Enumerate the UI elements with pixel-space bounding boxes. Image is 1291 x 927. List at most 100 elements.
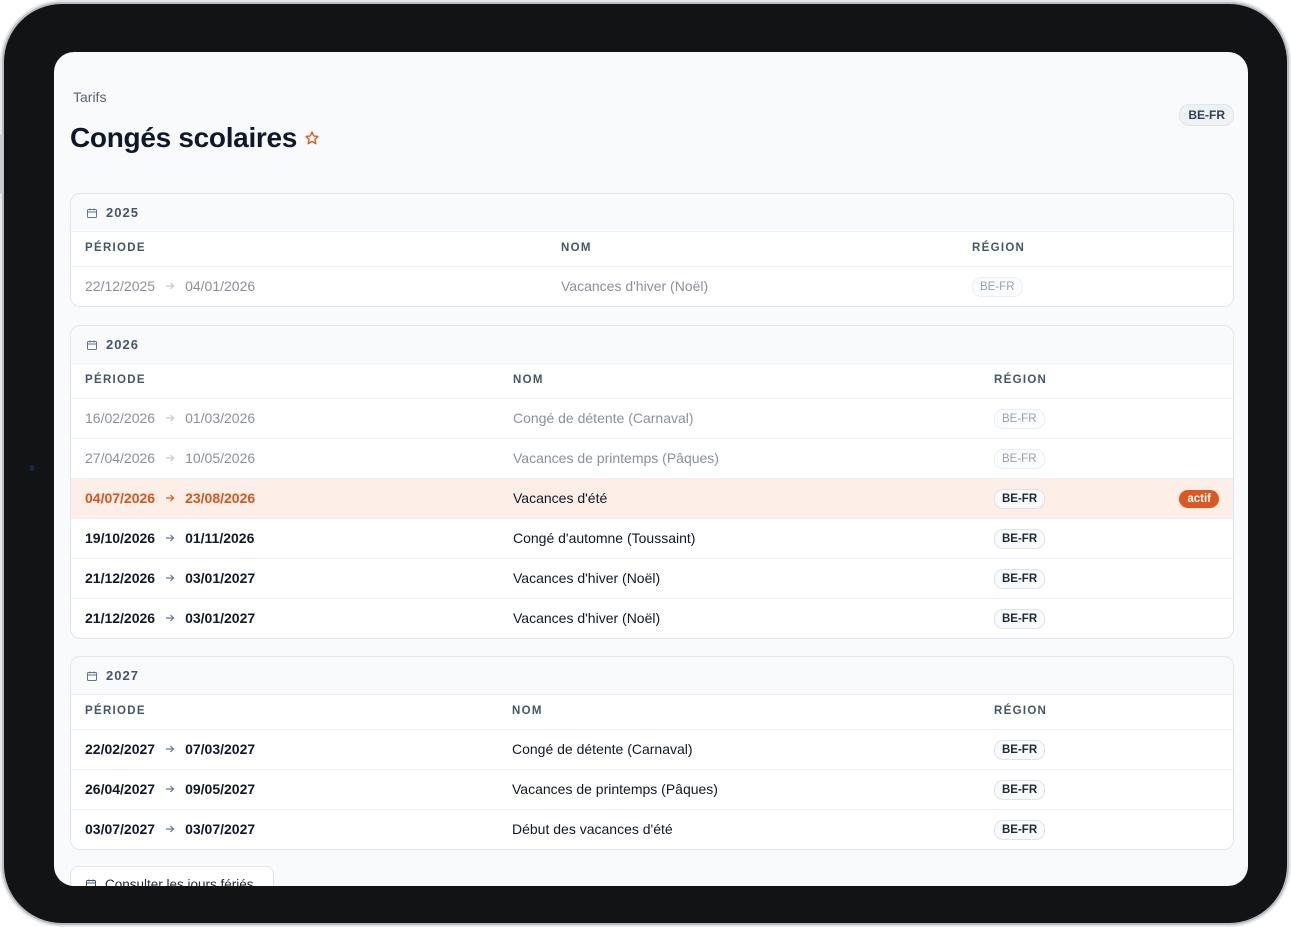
period-cell: 04/07/2026 23/08/2026 [85, 490, 255, 506]
holiday-name: Vacances d'hiver (Noël) [513, 610, 661, 626]
year-header: 2027 [71, 657, 1233, 695]
holiday-name: Vacances d'hiver (Noël) [561, 278, 709, 294]
active-status-badge: actif [1179, 490, 1219, 508]
start-date: 26/04/2027 [85, 781, 156, 797]
holiday-name: Vacances de printemps (Pâques) [513, 450, 719, 466]
star-icon[interactable] [304, 130, 320, 146]
calendar-icon [87, 208, 97, 218]
region-badge: BE-FR [994, 409, 1045, 429]
arrow-right-icon [166, 534, 175, 542]
front-camera [27, 463, 37, 473]
region-badge: BE-FR [994, 780, 1046, 800]
table-row[interactable]: 16/02/2026 01/03/2026 Congé de détente (… [71, 399, 1233, 439]
period-cell: 03/07/2027 03/07/2027 [85, 821, 255, 837]
start-date: 21/12/2026 [85, 570, 156, 586]
year-header: 2026 [71, 326, 1233, 364]
holiday-name: Vacances d'hiver (Noël) [513, 570, 661, 586]
column-region: RÉGION [972, 242, 1026, 254]
region-badge: BE-FR [994, 529, 1046, 549]
period-cell: 19/10/2026 01/11/2026 [85, 530, 254, 546]
year-label: 2026 [106, 337, 139, 352]
column-region: RÉGION [994, 374, 1048, 386]
region-badge: BE-FR [994, 740, 1046, 760]
end-date: 09/05/2027 [185, 781, 256, 797]
period-cell: 21/12/2026 03/01/2027 [85, 610, 255, 626]
year-label: 2025 [106, 205, 139, 220]
table-row[interactable]: 03/07/2027 03/07/2027 Début des vacances… [71, 810, 1233, 849]
region-badge: BE-FR [994, 820, 1046, 840]
table-header: PÉRIODE NOM RÉGION [71, 364, 1233, 399]
volume-button [0, 134, 3, 194]
start-date: 22/02/2027 [85, 741, 156, 757]
end-date: 03/07/2027 [185, 821, 256, 837]
region-badge: BE-FR [994, 569, 1046, 589]
column-region: RÉGION [994, 705, 1048, 717]
column-name: NOM [513, 374, 544, 386]
start-date: 27/04/2026 [85, 450, 156, 466]
period-cell: 22/02/2027 07/03/2027 [85, 741, 255, 757]
table-row[interactable]: 19/10/2026 01/11/2026 Congé d'automne (T… [71, 519, 1233, 559]
period-cell: 22/12/2025 04/01/2026 [85, 278, 255, 294]
holiday-name: Vacances de printemps (Pâques) [512, 781, 718, 797]
end-date: 01/03/2026 [185, 410, 256, 426]
breadcrumb[interactable]: Tarifs [73, 89, 106, 105]
end-date: 23/08/2026 [185, 490, 256, 506]
arrow-right-icon [166, 745, 175, 753]
table-row[interactable]: 27/04/2026 10/05/2026 Vacances de printe… [71, 439, 1233, 479]
start-date: 03/07/2027 [85, 821, 156, 837]
start-date: 16/02/2026 [85, 410, 156, 426]
calendar-icon [87, 340, 97, 350]
table-row[interactable]: 26/04/2027 09/05/2027 Vacances de printe… [71, 770, 1233, 810]
column-period: PÉRIODE [85, 705, 146, 717]
arrow-right-icon [166, 494, 175, 502]
year-header: 2025 [71, 194, 1233, 232]
start-date: 22/12/2025 [85, 278, 156, 294]
start-date: 04/07/2026 [85, 490, 156, 506]
holidays-button[interactable]: Consulter les jours fériés [70, 866, 274, 886]
period-cell: 27/04/2026 10/05/2026 [85, 450, 255, 466]
holidays-button-label: Consulter les jours fériés [105, 876, 254, 887]
calendar-icon [86, 879, 96, 886]
arrow-right-icon [166, 785, 175, 793]
arrow-right-icon [166, 614, 175, 622]
holiday-name: Congé de détente (Carnaval) [513, 410, 694, 426]
tablet-frame: Tarifs Congés scolaires BE-FR 2025 PÉRIO… [0, 4, 1287, 923]
holiday-name: Vacances d'été [513, 490, 608, 506]
period-cell: 16/02/2026 01/03/2026 [85, 410, 255, 426]
year-label: 2027 [106, 668, 139, 683]
page-title: Congés scolaires [70, 122, 298, 153]
column-name: NOM [561, 242, 592, 254]
column-period: PÉRIODE [85, 374, 146, 386]
region-badge: BE-FR [994, 449, 1045, 469]
year-card-2025: 2025 PÉRIODE NOM RÉGION 22/12/2025 04/01… [70, 193, 1234, 307]
column-name: NOM [512, 705, 543, 717]
table-row[interactable]: 22/12/2025 04/01/2026 Vacances d'hiver (… [71, 267, 1233, 306]
end-date: 07/03/2027 [185, 741, 256, 757]
end-date: 03/01/2027 [185, 570, 256, 586]
arrow-right-icon [166, 414, 175, 422]
column-period: PÉRIODE [85, 242, 146, 254]
year-card-2026: 2026 PÉRIODE NOM RÉGION 16/02/2026 01/03… [70, 325, 1234, 639]
region-badge: BE-FR [1179, 104, 1234, 126]
arrow-right-icon [166, 825, 175, 833]
table-row-active[interactable]: 04/07/2026 23/08/2026 Vacances d'été BE-… [71, 479, 1233, 519]
region-badge: BE-FR [994, 609, 1046, 629]
app-screen: Tarifs Congés scolaires BE-FR 2025 PÉRIO… [54, 52, 1248, 886]
arrow-right-icon [166, 454, 175, 462]
calendar-icon [87, 671, 97, 681]
holiday-name: Début des vacances d'été [512, 821, 673, 837]
table-row[interactable]: 21/12/2026 03/01/2027 Vacances d'hiver (… [71, 599, 1233, 638]
year-card-2027: 2027 PÉRIODE NOM RÉGION 22/02/2027 07/03… [70, 656, 1234, 850]
table-row[interactable]: 22/02/2027 07/03/2027 Congé de détente (… [71, 730, 1233, 770]
arrow-right-icon [166, 574, 175, 582]
start-date: 19/10/2026 [85, 530, 156, 546]
arrow-right-icon [166, 282, 175, 290]
end-date: 01/11/2026 [185, 530, 255, 546]
start-date: 21/12/2026 [85, 610, 156, 626]
end-date: 04/01/2026 [185, 278, 256, 294]
holiday-name: Congé de détente (Carnaval) [512, 741, 693, 757]
period-cell: 21/12/2026 03/01/2027 [85, 570, 255, 586]
period-cell: 26/04/2027 09/05/2027 [85, 781, 255, 797]
table-row[interactable]: 21/12/2026 03/01/2027 Vacances d'hiver (… [71, 559, 1233, 599]
end-date: 10/05/2026 [185, 450, 256, 466]
